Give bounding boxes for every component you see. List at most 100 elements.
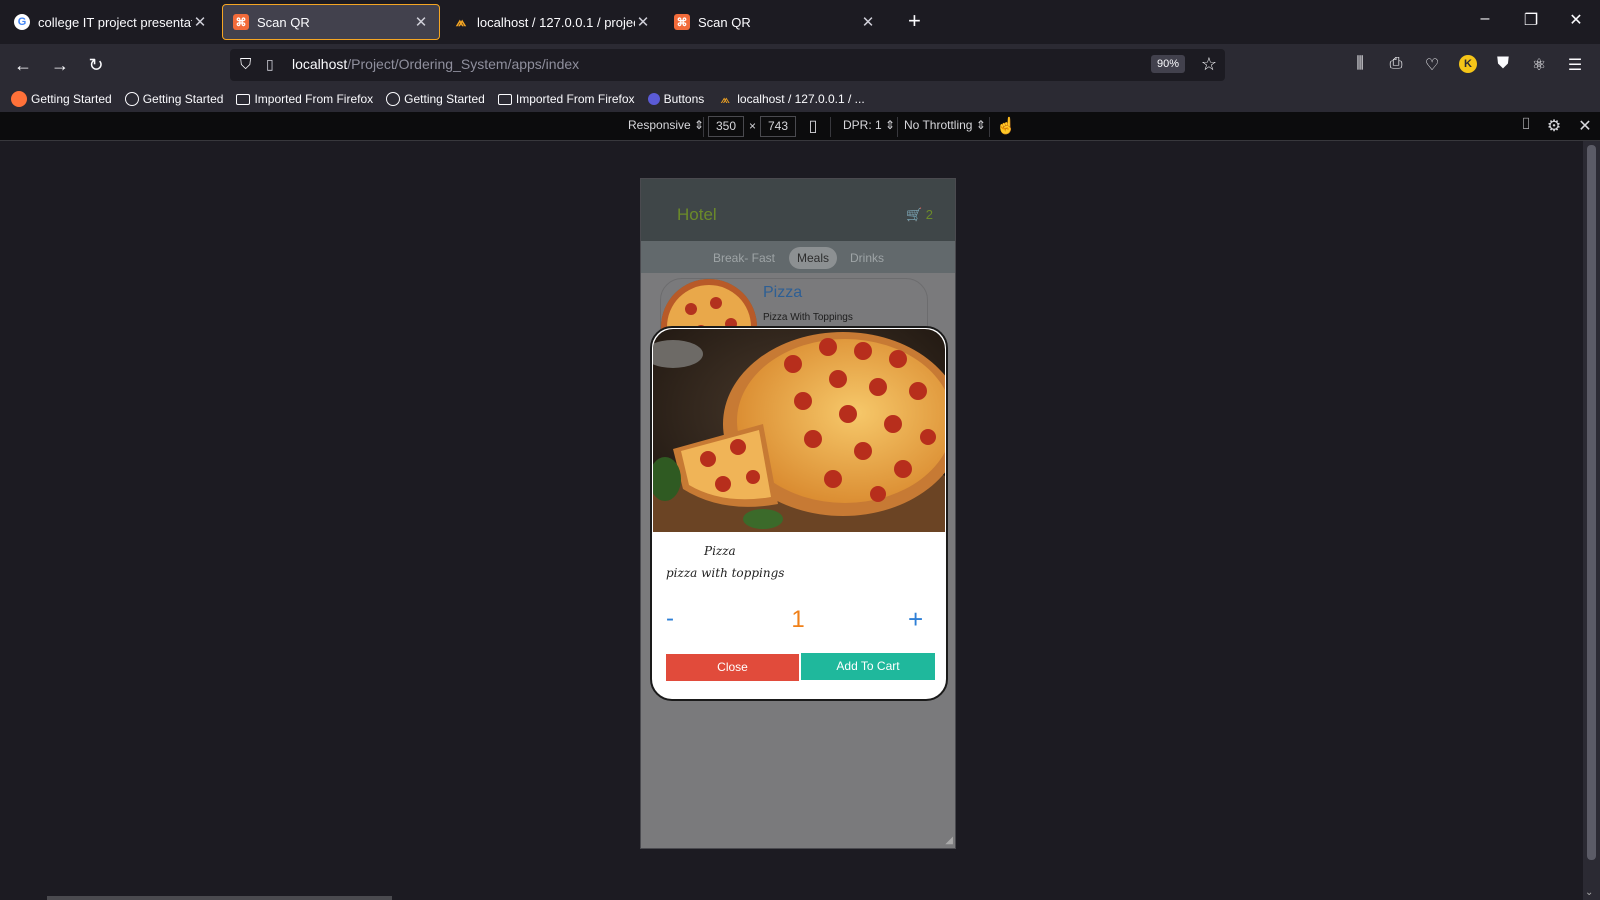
bookmark-item[interactable]: Getting Started (124, 92, 224, 106)
buttons-icon (647, 93, 660, 105)
close-icon[interactable]: ✕ (192, 13, 208, 31)
bookmark-star-icon[interactable]: ☆ (1201, 54, 1217, 75)
tab-title: college IT project presentation - (38, 14, 192, 30)
dimension-separator: × (749, 119, 757, 133)
close-icon[interactable]: ✕ (413, 13, 429, 31)
tab-localhost-phpmyadmin[interactable]: ⩕ localhost / 127.0.0.1 / project / ✕ (443, 4, 661, 40)
close-icon[interactable]: ✕ (635, 13, 651, 31)
reload-icon[interactable]: ↻ (84, 53, 108, 77)
scrollbar-thumb[interactable] (47, 896, 392, 900)
horizontal-scrollbar[interactable] (0, 896, 1583, 900)
tab-drinks[interactable]: Drinks (842, 247, 892, 269)
device-selector-label: Responsive (628, 118, 691, 132)
settings-gear-icon[interactable]: ⚙ (1544, 116, 1564, 136)
close-icon[interactable]: ✕ (860, 13, 876, 31)
scroll-down-icon[interactable]: ⌄ (1585, 887, 1593, 898)
divider (897, 117, 898, 137)
window-close-icon[interactable]: ✕ (1564, 10, 1588, 30)
globe-icon (124, 92, 139, 106)
bookmark-folder[interactable]: Imported From Firefox (236, 92, 373, 106)
tab-scan-qr[interactable]: ⌘ Scan QR ✕ (664, 4, 886, 40)
folder-icon (236, 93, 251, 105)
print-icon[interactable]: ⎙ (1385, 55, 1407, 73)
tab-title: localhost / 127.0.0.1 / project / (477, 14, 635, 30)
updown-icon: ⇕ (885, 118, 896, 132)
touch-simulation-icon[interactable]: ☝ (996, 116, 1016, 136)
cart-icon: 🛒 (905, 207, 923, 222)
bookmark-folder[interactable]: Imported From Firefox (497, 92, 635, 106)
cart-count: 2 (925, 207, 933, 222)
vertical-scrollbar[interactable]: ⌄ (1583, 141, 1600, 900)
url-text[interactable]: localhost/Project/Ordering_System/apps/i… (292, 56, 579, 72)
phpmyadmin-icon: ⩕ (455, 14, 467, 29)
updown-icon: ⇕ (975, 118, 986, 132)
screenshot-icon[interactable]: ⌷ (1516, 116, 1536, 134)
tracking-shield-icon[interactable]: ⛉ (240, 56, 251, 73)
bookmark-label: Getting Started (142, 92, 224, 106)
viewport-width-input[interactable]: 350 (708, 116, 744, 137)
scrollbar-thumb[interactable] (1587, 145, 1596, 860)
viewport-height-input[interactable]: 743 (760, 116, 796, 137)
item-name: Pizza (763, 284, 803, 301)
zoom-level-badge[interactable]: 90% (1150, 55, 1185, 73)
modal-item-description: pizza with toppings (666, 566, 785, 580)
bookmark-item[interactable]: Getting Started (11, 91, 112, 107)
item-description: Pizza With Toppings (763, 312, 853, 323)
tab-title: Scan QR (257, 14, 310, 30)
modal-item-name: Pizza (704, 544, 736, 558)
restore-icon[interactable]: ❐ (1519, 10, 1543, 30)
hotel-title: Hotel (677, 205, 717, 224)
tab-college-presentation[interactable]: G college IT project presentation - ✕ (4, 4, 218, 40)
react-devtools-icon[interactable]: ⚛ (1528, 55, 1550, 75)
item-detail-modal: Pizza pizza with toppings - 1 + Close Ad… (650, 326, 948, 701)
throttling-label: No Throttling (904, 118, 973, 132)
back-icon[interactable]: ← (11, 53, 35, 77)
resize-handle-icon[interactable]: ◢ (945, 835, 953, 846)
qr-app-icon: ⌘ (674, 14, 690, 30)
globe-icon (386, 92, 401, 106)
google-icon: G (14, 14, 30, 30)
rotate-viewport-icon[interactable]: ▯ (803, 116, 823, 136)
bookmark-item[interactable]: ⩕ localhost / 127.0.0.1 / ... (717, 91, 865, 107)
phpmyadmin-icon: ⩕ (720, 91, 730, 106)
divider (703, 117, 704, 137)
bookmark-label: Imported From Firefox (254, 92, 374, 106)
extension-shield-icon[interactable]: ⛊ (1492, 55, 1514, 73)
tab-strip: G college IT project presentation - ✕ ⌘ … (0, 0, 1600, 44)
tab-scan-qr-active[interactable]: ⌘ Scan QR ✕ (222, 4, 440, 40)
menu-icon[interactable]: ☰ (1564, 55, 1586, 75)
bookmark-item[interactable]: Getting Started (386, 92, 485, 106)
folder-icon (497, 93, 512, 105)
responsive-design-toolbar: Responsive ⇕ 350 × 743 ▯ DPR: 1 ⇕ No Thr… (0, 112, 1600, 141)
bookmark-label: Getting Started (31, 92, 112, 106)
qr-app-icon: ⌘ (233, 14, 249, 30)
decrease-quantity-button[interactable]: - (666, 604, 674, 634)
pocket-icon[interactable]: ♡ (1421, 55, 1443, 75)
account-avatar[interactable]: K (1459, 55, 1477, 73)
page-info-icon[interactable]: ▯ (266, 56, 274, 73)
library-icon[interactable]: ⫼ (1349, 55, 1371, 73)
tab-breakfast[interactable]: Break- Fast (705, 247, 783, 269)
bookmark-label: Buttons (663, 92, 705, 106)
bookmarks-toolbar: Getting Started Getting Started Imported… (0, 86, 1600, 112)
address-bar[interactable]: ⛉ ▯ localhost/Project/Ordering_System/ap… (230, 49, 1225, 81)
category-tabs: Break- Fast Meals Drinks (641, 241, 955, 273)
increase-quantity-button[interactable]: + (908, 604, 923, 634)
new-tab-button[interactable]: + (908, 10, 921, 32)
tab-title: Scan QR (698, 14, 751, 30)
cart-button[interactable]: 🛒 2 (906, 207, 933, 223)
throttling-selector[interactable]: No Throttling ⇕ (904, 118, 986, 132)
close-rdm-icon[interactable]: ✕ (1575, 116, 1595, 136)
minimize-icon[interactable]: – (1473, 10, 1497, 28)
forward-icon[interactable]: → (48, 53, 72, 77)
dpr-selector[interactable]: DPR: 1 ⇕ (843, 118, 895, 132)
dpr-label: DPR: 1 (843, 118, 882, 132)
firefox-icon (11, 91, 27, 107)
bookmark-item[interactable]: Buttons (647, 92, 705, 106)
add-to-cart-button[interactable]: Add To Cart (801, 653, 935, 680)
device-selector[interactable]: Responsive ⇕ (628, 118, 704, 132)
quantity-value: 1 (791, 606, 805, 633)
close-button[interactable]: Close (666, 654, 799, 681)
url-host: localhost (292, 56, 348, 72)
tab-meals[interactable]: Meals (789, 247, 838, 269)
